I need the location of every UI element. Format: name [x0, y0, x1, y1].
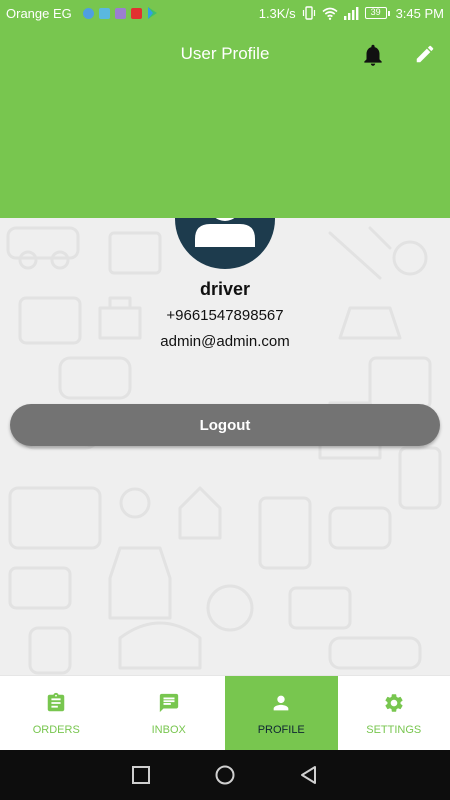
app-bar: User Profile [0, 26, 450, 218]
play-store-notification-icon [147, 7, 157, 19]
user-phone: +9661547898567 [166, 307, 284, 324]
nav-orders[interactable]: ORDERS [0, 676, 113, 751]
nav-settings-label: SETTINGS [366, 723, 422, 736]
user-name: driver [199, 279, 251, 299]
vibrate-icon [302, 6, 315, 20]
status-bar: Orange EG 1.3K/s 39 3:45 PM [0, 0, 450, 26]
status-left: Orange EG [6, 6, 158, 21]
edit-icon[interactable] [414, 43, 436, 65]
logout-button[interactable]: Logout [10, 404, 440, 446]
nav-profile-label: PROFILE [257, 723, 305, 736]
person-icon [273, 695, 289, 710]
nav-profile[interactable]: PROFILE [225, 676, 338, 751]
app-notification-icon [98, 7, 110, 19]
message-icon [159, 693, 178, 712]
network-speed: 1.3K/s [258, 5, 296, 21]
profile-content: driver +9661547898567 admin@admin.com Lo… [0, 218, 450, 675]
user-email: admin@admin.com [160, 333, 290, 350]
carrier-name: Orange EG [6, 5, 72, 21]
signal-icon [343, 6, 358, 20]
nav-inbox-label: INBOX [151, 723, 186, 736]
gear-icon [385, 693, 403, 712]
nav-orders-label: ORDERS [32, 723, 80, 736]
back-button-icon[interactable] [299, 765, 319, 785]
nav-inbox[interactable]: INBOX [113, 676, 226, 751]
home-button-icon[interactable] [215, 765, 235, 785]
nav-settings[interactable]: SETTINGS [338, 676, 450, 751]
status-right: 1.3K/s 39 3:45 PM [259, 6, 444, 21]
youtube-notification-icon [130, 7, 142, 19]
system-navigation-bar [0, 750, 450, 800]
battery-icon: 39 [364, 7, 390, 19]
notification-icons [82, 7, 158, 19]
bottom-navigation: ORDERS INBOX PROFILE SETTINGS [0, 675, 450, 751]
clipboard-icon [48, 692, 65, 711]
bell-icon[interactable] [360, 41, 386, 69]
recents-button-icon[interactable] [131, 765, 151, 785]
clock: 3:45 PM [395, 5, 444, 21]
location-notification-icon [82, 7, 94, 19]
battery-level: 39 [364, 7, 387, 19]
gallery-notification-icon [114, 7, 126, 19]
wifi-icon [322, 7, 338, 20]
